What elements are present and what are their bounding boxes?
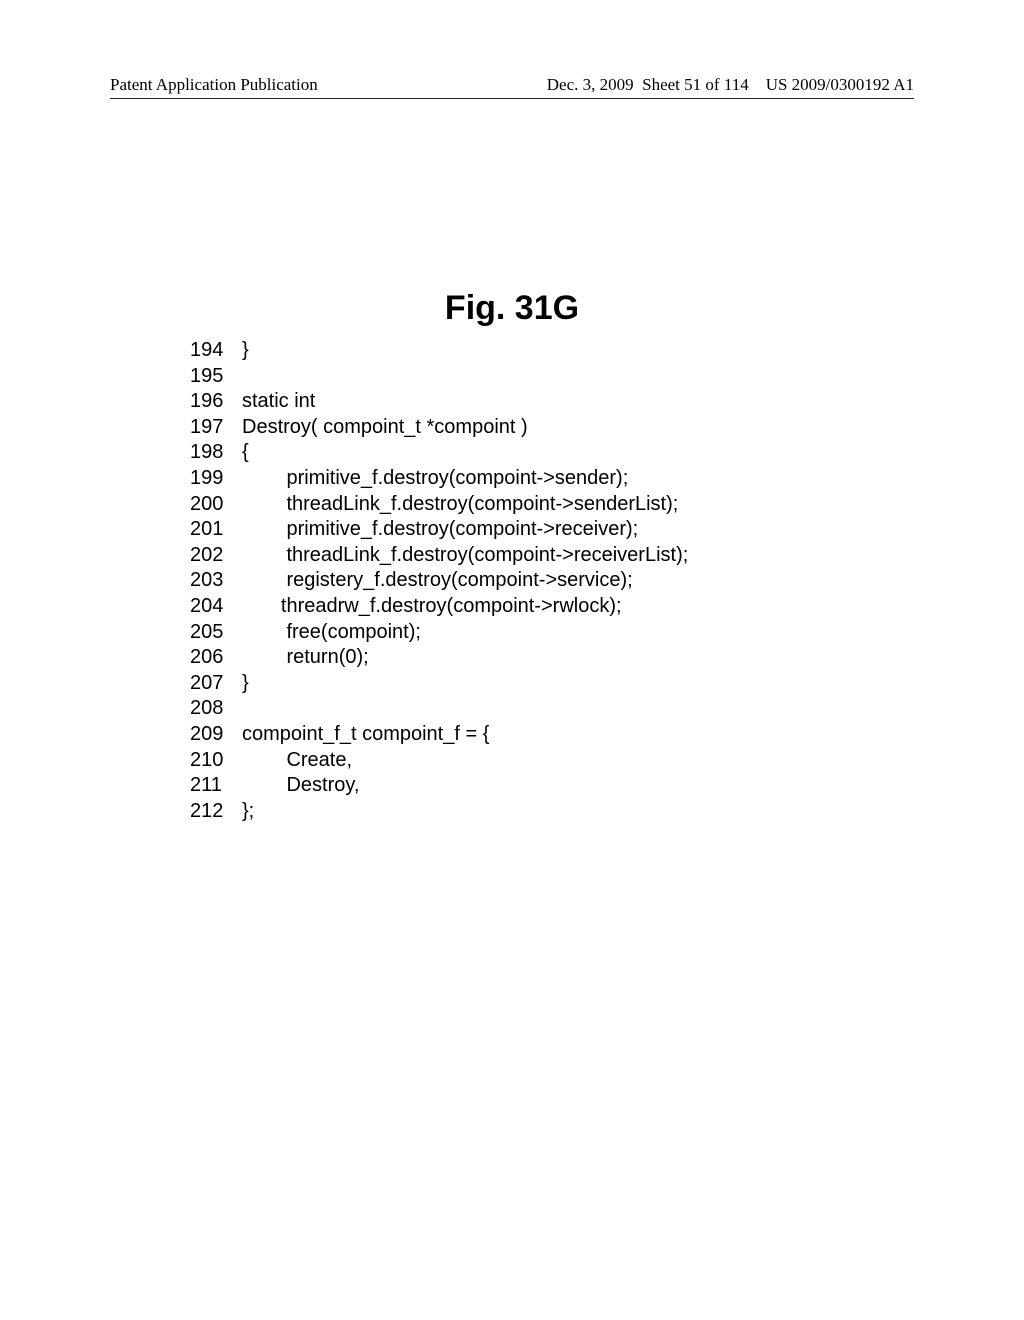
code-line: 204 threadrw_f.destroy(compoint->rwlock)… [190,594,914,620]
line-number: 207 [190,671,242,697]
code-line: 201 primitive_f.destroy(compoint->receiv… [190,517,914,543]
code-line: 196static int [190,389,914,415]
code-text [242,364,914,390]
line-number: 197 [190,415,242,441]
code-line: 202 threadLink_f.destroy(compoint->recei… [190,543,914,569]
code-text: primitive_f.destroy(compoint->receiver); [242,517,914,543]
code-text: primitive_f.destroy(compoint->sender); [242,466,914,492]
code-text: threadrw_f.destroy(compoint->rwlock); [242,594,914,620]
line-number: 199 [190,466,242,492]
code-text: } [242,338,914,364]
line-number: 198 [190,440,242,466]
code-listing: 194}195196static int197Destroy( compoint… [190,338,914,824]
header-date: Dec. 3, 2009 [547,75,634,94]
code-line: 194} [190,338,914,364]
code-text: static int [242,389,914,415]
code-line: 198{ [190,440,914,466]
code-line: 212}; [190,799,914,825]
code-line: 208 [190,696,914,722]
code-text: return(0); [242,645,914,671]
line-number: 203 [190,568,242,594]
code-text: registery_f.destroy(compoint->service); [242,568,914,594]
code-line: 195 [190,364,914,390]
header-sheet: Sheet 51 of 114 [642,75,749,94]
code-line: 207} [190,671,914,697]
code-text: }; [242,799,914,825]
code-text: Destroy( compoint_t *compoint ) [242,415,914,441]
line-number: 206 [190,645,242,671]
page-content: Patent Application Publication Dec. 3, 2… [110,75,914,1260]
line-number: 196 [190,389,242,415]
line-number: 202 [190,543,242,569]
code-line: 209compoint_f_t compoint_f = { [190,722,914,748]
line-number: 209 [190,722,242,748]
header-left: Patent Application Publication [110,75,318,95]
code-line: 211 Destroy, [190,773,914,799]
header-pubno: US 2009/0300192 A1 [766,75,914,94]
code-line: 203 registery_f.destroy(compoint->servic… [190,568,914,594]
line-number: 208 [190,696,242,722]
code-text: compoint_f_t compoint_f = { [242,722,914,748]
line-number: 204 [190,594,242,620]
code-text: Create, [242,748,914,774]
code-text: } [242,671,914,697]
code-text: Destroy, [242,773,914,799]
code-text: threadLink_f.destroy(compoint->receiverL… [242,543,914,569]
code-line: 206 return(0); [190,645,914,671]
line-number: 194 [190,338,242,364]
line-number: 195 [190,364,242,390]
line-number: 210 [190,748,242,774]
code-text [242,696,914,722]
figure-title: Fig. 31G [110,289,914,328]
code-text: { [242,440,914,466]
code-line: 210 Create, [190,748,914,774]
line-number: 211 [190,773,242,799]
code-text: threadLink_f.destroy(compoint->senderLis… [242,492,914,518]
code-text: free(compoint); [242,620,914,646]
code-line: 200 threadLink_f.destroy(compoint->sende… [190,492,914,518]
header-right: Dec. 3, 2009 Sheet 51 of 114 US 2009/030… [547,75,914,95]
code-line: 205 free(compoint); [190,620,914,646]
line-number: 205 [190,620,242,646]
line-number: 201 [190,517,242,543]
page-header: Patent Application Publication Dec. 3, 2… [110,75,914,99]
code-line: 199 primitive_f.destroy(compoint->sender… [190,466,914,492]
line-number: 200 [190,492,242,518]
line-number: 212 [190,799,242,825]
code-line: 197Destroy( compoint_t *compoint ) [190,415,914,441]
